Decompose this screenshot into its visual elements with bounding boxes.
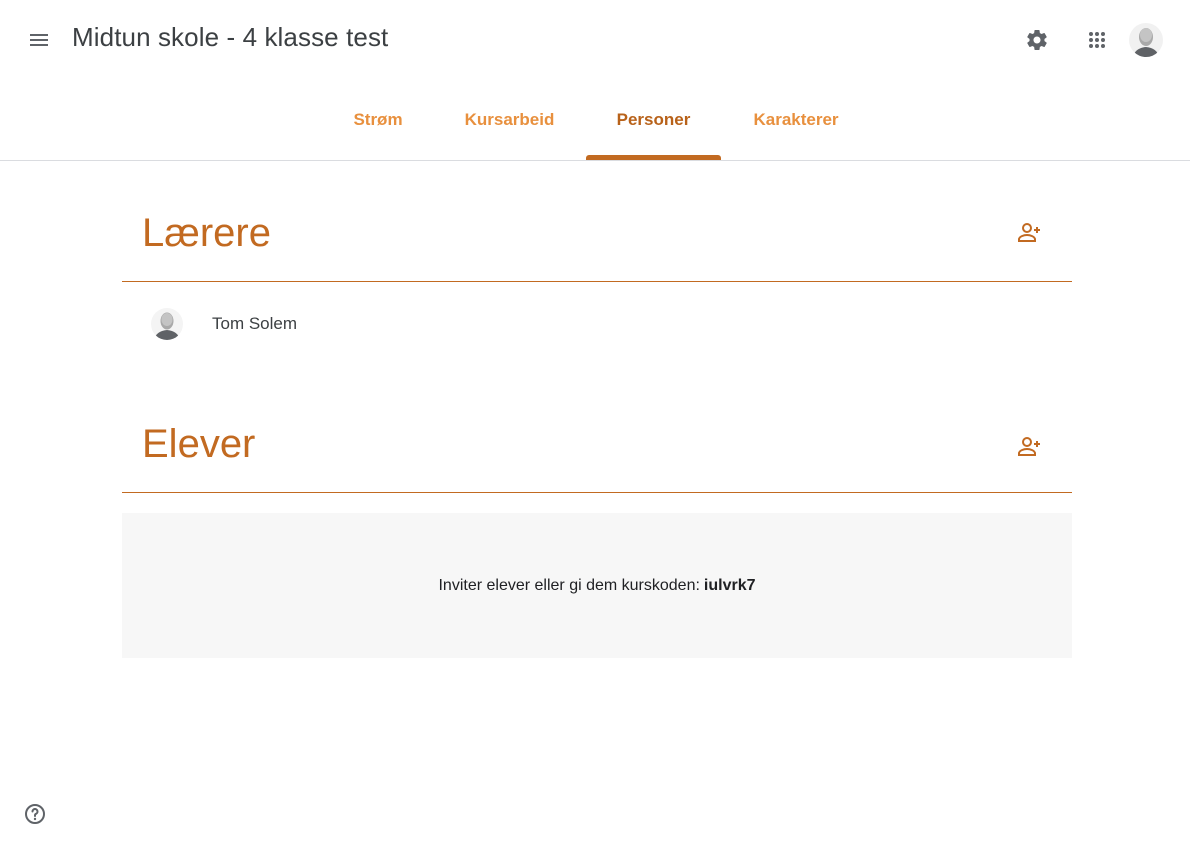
students-section-header: Elever [122,422,1072,493]
active-tab-indicator [586,155,721,160]
class-code[interactable]: iulvrk7 [704,577,756,595]
help-icon [25,804,45,824]
account-avatar[interactable] [1129,23,1163,57]
teacher-name: Tom Solem [212,314,298,333]
invite-teacher-button[interactable] [1010,213,1050,253]
invite-students-button[interactable] [1010,427,1050,467]
top-app-bar: Midtun skole - 4 klasse test [0,0,1190,80]
teacher-avatar [151,308,183,340]
google-apps-button[interactable] [1077,20,1117,60]
apps-grid-icon [1089,32,1105,48]
invite-text: Inviter elever eller gi dem kurskoden: [438,576,700,594]
teachers-section-header: Lærere [122,211,1072,282]
person-add-icon [1018,223,1040,242]
tab-people[interactable]: Personer [586,80,721,160]
help-button[interactable] [15,794,55,834]
teachers-title: Lærere [142,211,271,255]
avatar-photo [1129,23,1163,57]
person-add-icon [1018,437,1040,456]
menu-icon [30,34,48,46]
teacher-row[interactable]: Tom Solem [122,300,1072,348]
tab-classwork[interactable]: Kursarbeid [449,80,570,160]
tab-grades[interactable]: Karakterer [736,80,856,160]
gear-icon [1027,29,1047,50]
main-menu-button[interactable] [19,20,59,60]
class-settings-button[interactable] [1017,20,1057,60]
class-title[interactable]: Midtun skole - 4 klasse test [72,22,388,53]
class-tabs: Strøm Kursarbeid Personer Karakterer [0,80,1190,161]
invite-students-panel: Inviter elever eller gi dem kurskoden: i… [122,513,1072,658]
students-title: Elever [142,422,256,466]
tab-stream[interactable]: Strøm [333,80,423,160]
